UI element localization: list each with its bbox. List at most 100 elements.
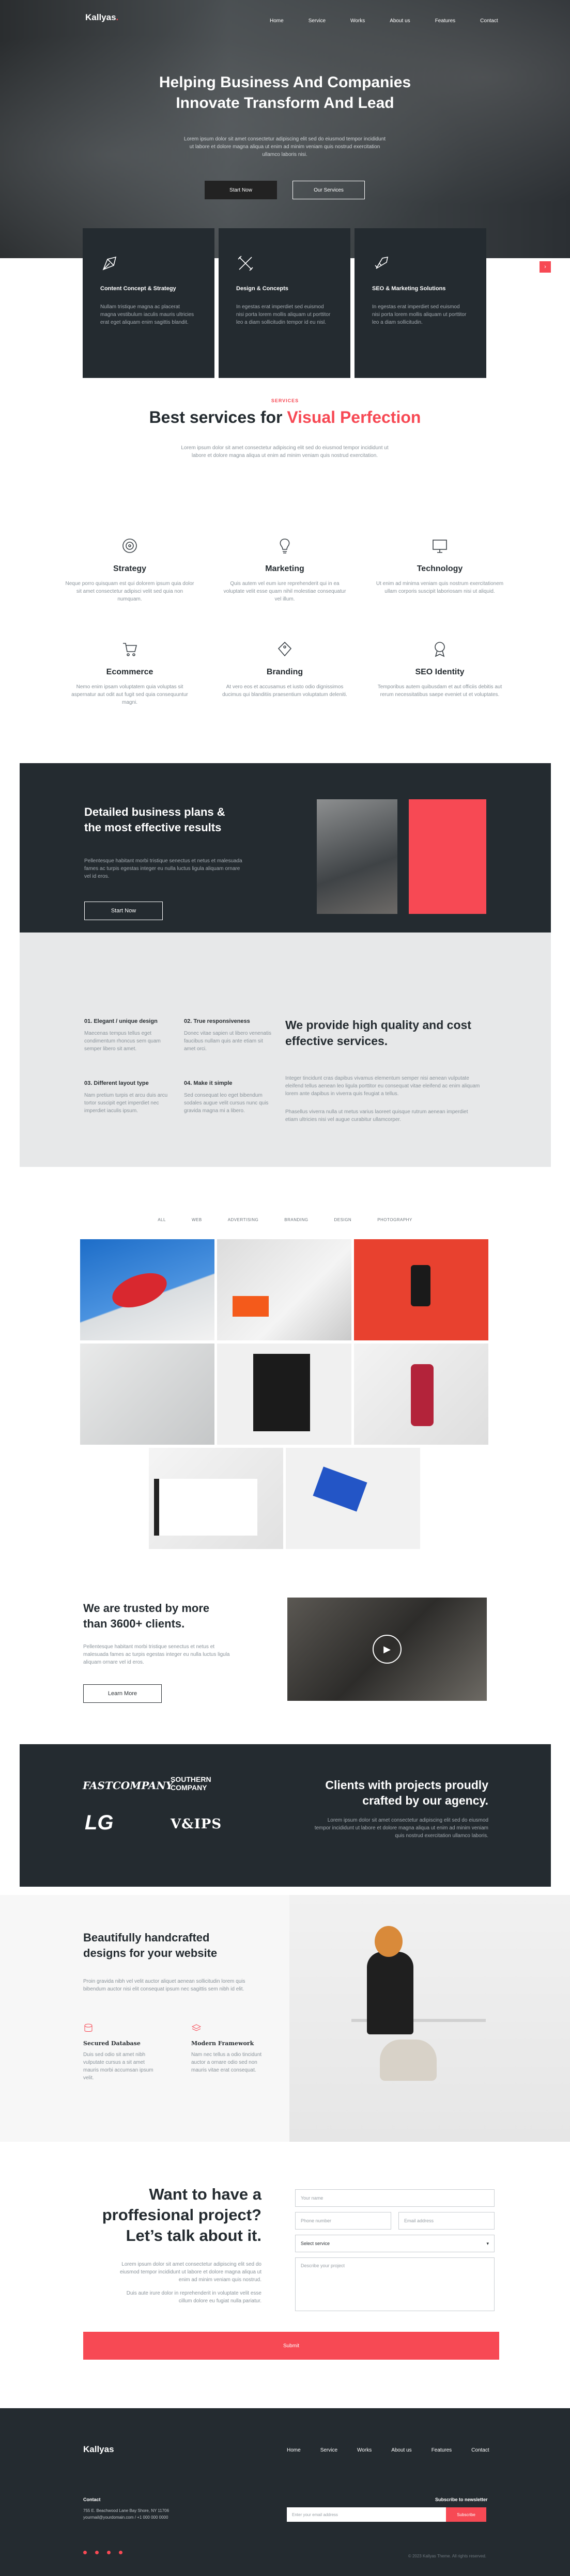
filter-branding[interactable]: BRANDING [284,1218,308,1222]
plans-start-button[interactable]: Start Now [84,902,163,920]
footer-nav-features[interactable]: Features [432,2447,452,2453]
person-hair [375,1926,403,1957]
hero-section: Kallyas. Home Service Works About us Fea… [0,0,570,258]
designs-photo [289,1895,570,2142]
footer-nav-contact[interactable]: Contact [471,2447,489,2453]
filter-photography[interactable]: PHOTOGRAPHY [377,1218,412,1222]
portfolio-item-7[interactable] [149,1448,283,1549]
twitter-icon[interactable] [95,2551,99,2554]
client-logo-southern: SOUTHERN COMPANY [171,1775,211,1792]
brand-logo[interactable]: Kallyas. [85,12,118,23]
rocket-icon [375,256,389,269]
phone-input[interactable]: Phone number [295,2212,391,2230]
chevron-down-icon: ▾ [486,2240,489,2246]
portfolio-bag [253,1354,310,1431]
nav-works[interactable]: Works [350,18,365,24]
pen-nib-icon [102,256,117,271]
plans-section: Detailed business plans & the most effec… [20,763,551,933]
quality-point-3: 03. Different layout type Nam pretium tur… [84,1080,168,1114]
cart-icon [123,643,137,656]
contact-title: Want to have a proffesional project? Let… [102,2185,261,2245]
email-input[interactable]: Email address [398,2212,495,2230]
subscribe-button[interactable]: Subscribe [446,2507,486,2522]
monitor-icon [433,540,447,553]
name-input[interactable]: Your name [295,2189,495,2207]
portfolio-orange-card [233,1296,269,1317]
portfolio-logo-shape [107,1266,172,1315]
nav-service[interactable]: Service [309,18,326,24]
clients-section: FASTCOMPANY SOUTHERN COMPANY LG V&IPS Cl… [20,1744,551,1887]
trust-text: Pellentesque habitant morbi tristique se… [83,1644,230,1665]
feature-card-3: SEO & Marketing Solutions In egestas era… [355,228,486,378]
bulb-icon [280,539,290,554]
filter-web[interactable]: WEB [192,1218,202,1222]
feature-title: Content Concept & Strategy [100,286,176,292]
service-ecommerce: Ecommerce Nemo enim ipsam voluptatem qui… [65,640,194,706]
client-logo-fastcompany: FASTCOMPANY [83,1779,174,1792]
footer: Kallyas Home Service Works About us Feat… [0,2408,570,2576]
footer-nav-home[interactable]: Home [287,2447,301,2453]
medal-icon [435,642,445,657]
footer-address: 755 E. Beachwood Lane Bay Shore, NY 1170… [83,2508,170,2520]
contact-text-2: Duis aute irure dolor in reprehenderit i… [126,2290,261,2304]
portfolio-bottle [411,1364,434,1426]
footer-contact-title: Contact [83,2497,101,2502]
footer-nav-service[interactable]: Service [320,2447,337,2453]
feature-title: SEO & Marketing Solutions [372,286,446,292]
chair [380,2040,437,2081]
linkedin-icon[interactable] [119,2551,122,2554]
layers-icon [191,2024,202,2031]
side-arrow-icon[interactable]: › [540,261,551,273]
filter-design[interactable]: DESIGN [334,1218,352,1222]
plans-text: Pellentesque habitant morbi tristique se… [84,858,242,879]
nav-features[interactable]: Features [435,18,455,24]
portfolio-item-4[interactable] [80,1344,214,1445]
nav-about[interactable]: About us [390,18,410,24]
footer-logo[interactable]: Kallyas [83,2444,114,2455]
quality-point-1: 01. Elegant / unique design Maecenas temp… [84,1018,161,1052]
portfolio-item-1[interactable] [80,1239,214,1340]
client-logo-vips: V&IPS [171,1816,222,1832]
nav-contact[interactable]: Contact [480,18,498,24]
portfolio-item-2[interactable] [217,1239,351,1340]
message-textarea[interactable]: Describe your project [295,2257,495,2311]
quality-text-2: Phasellus viverra nulla ut metus varius … [285,1109,468,1123]
play-icon[interactable]: ▶ [373,1635,402,1664]
clients-title: Clients with projects proudly crafted by… [325,1778,488,1807]
portfolio-item-6[interactable] [354,1344,488,1445]
submit-button[interactable]: Submit [83,2332,499,2360]
newsletter-title: Subscribe to newsletter [435,2497,488,2502]
footer-nav: Home Service Works About us Features Con… [287,2447,489,2453]
instagram-icon[interactable] [107,2551,111,2554]
quality-point-4: 04. Make it simple Sed consequat leo eget… [184,1080,269,1114]
hero-start-button[interactable]: Start Now [205,181,277,199]
facebook-icon[interactable] [83,2551,87,2554]
portfolio-card [154,1479,257,1536]
quality-title: We provide high quality and cost effecti… [285,1018,471,1048]
designs-text: Proin gravida nibh vel velit auctor aliq… [83,1979,245,1992]
designs-item-1: Secured Database Duis sed odio sit amet … [83,2023,156,2082]
filter-advertising[interactable]: ADVERTISING [228,1218,259,1222]
filter-all[interactable]: ALL [158,1218,166,1222]
services-kicker: SERVICES [271,398,299,403]
portfolio-item-3[interactable] [354,1239,488,1340]
designs-section: Beautifully handcrafted designs for your… [0,1895,570,2142]
trust-video[interactable]: ▶ [287,1598,487,1701]
feature-text: In egestas erat imperdiet sed euismod ni… [372,304,467,325]
footer-nav-about[interactable]: About us [391,2447,411,2453]
portfolio-item-8[interactable] [286,1448,420,1549]
service-select[interactable]: Select service ▾ [295,2235,495,2252]
feature-text: Nullam tristique magna ac placerat magna… [100,304,194,325]
hero-services-button[interactable]: Our Services [292,181,365,199]
trust-learn-button[interactable]: Learn More [83,1684,162,1703]
portfolio-item-5[interactable] [217,1344,351,1445]
nav-home[interactable]: Home [270,18,284,24]
newsletter-input[interactable]: Enter your email address [287,2507,446,2522]
services-title: Best services for Visual Perfection [149,408,421,426]
quality-text-1: Integer tincidunt cras dapibus vivamus e… [285,1076,480,1097]
tools-icon [238,256,253,271]
person-figure [367,1952,413,2034]
main-nav: Home Service Works About us Features Con… [270,18,498,24]
footer-nav-works[interactable]: Works [357,2447,372,2453]
service-marketing: Marketing Quis autem vel eum iure repreh… [220,537,349,603]
